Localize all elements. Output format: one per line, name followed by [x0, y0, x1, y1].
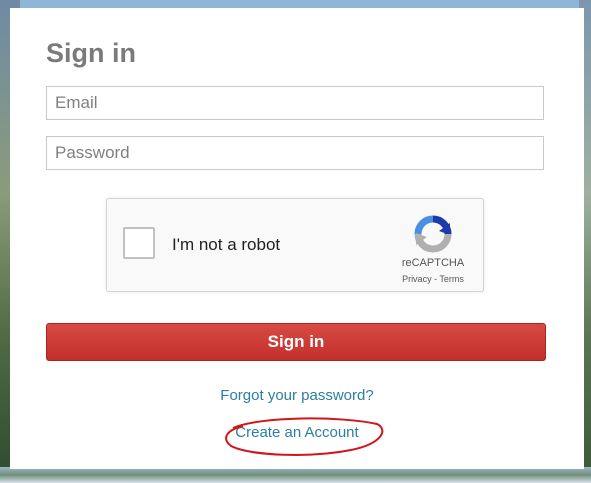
recaptcha-checkbox[interactable] — [123, 227, 155, 259]
recaptcha-label: I'm not a robot — [172, 235, 281, 254]
background-bottom — [0, 467, 591, 483]
recaptcha-logo-icon — [414, 215, 452, 253]
terms-link[interactable]: Terms — [439, 274, 464, 284]
signin-button[interactable]: Sign in — [46, 323, 546, 361]
recaptcha-widget: I'm not a robot reCAPTCHA Privacy - Term… — [106, 198, 484, 292]
password-field[interactable] — [46, 136, 544, 170]
create-account-link[interactable]: Create an Account — [10, 424, 584, 441]
email-field[interactable] — [46, 86, 544, 120]
recaptcha-links: Privacy - Terms — [393, 274, 473, 284]
page-title: Sign in — [46, 38, 136, 68]
forgot-password-link[interactable]: Forgot your password? — [10, 387, 584, 404]
recaptcha-brand: reCAPTCHA — [401, 257, 465, 269]
privacy-link[interactable]: Privacy — [402, 274, 432, 284]
signin-card: Sign in I'm not a robot reCAPTCHA Privac… — [10, 8, 584, 469]
